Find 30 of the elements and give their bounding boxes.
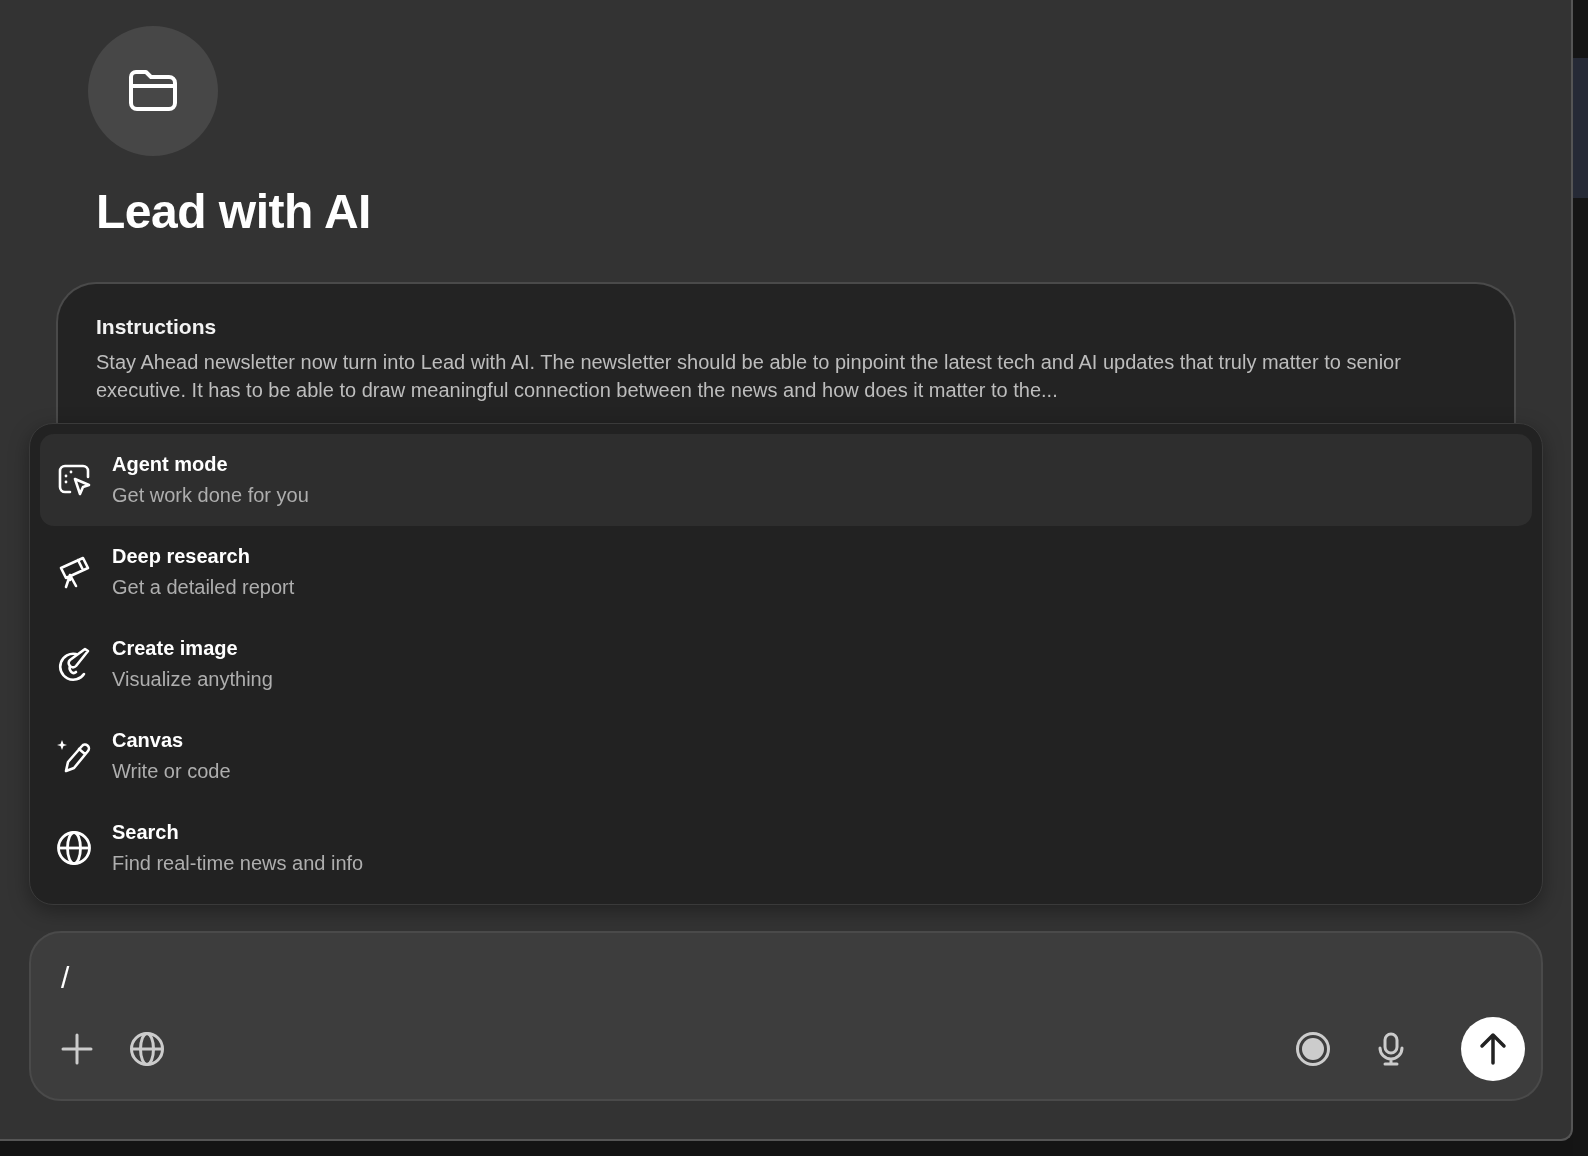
- instructions-card[interactable]: [56, 282, 1516, 424]
- globe-icon[interactable]: [129, 1031, 165, 1067]
- instructions-heading: Instructions: [96, 314, 218, 340]
- menu-item-description: Visualize anything: [112, 667, 273, 692]
- instructions-text: Stay Ahead newsletter now turn into Lead with AI. The newsletter should be able to pinpoint the latest tech and AI updates that truly matter to senior executive. It has to be able to draw meaningful connection between the news and how does it matter to the...: [96, 350, 1402, 403]
- message-input[interactable]: /: [61, 961, 461, 995]
- voice-mode-icon[interactable]: [1295, 1031, 1331, 1067]
- menu-item[interactable]: Canvas Write or code: [40, 710, 1532, 802]
- pencil-sparkle-icon: [56, 738, 92, 774]
- menu-item[interactable]: Create image Visualize anything: [40, 618, 1532, 710]
- menu-item-label: Create image: [112, 636, 239, 661]
- menu-item[interactable]: Agent mode Get work done for you: [40, 434, 1532, 526]
- microphone-icon[interactable]: [1377, 1032, 1405, 1066]
- paint-brush-icon: [56, 646, 92, 682]
- plus-icon[interactable]: [61, 1033, 93, 1065]
- globe-icon: [56, 830, 92, 866]
- menu-item[interactable]: Deep research Get a detailed report: [40, 526, 1532, 618]
- project-title: Lead with AI: [96, 184, 372, 240]
- menu-item-label: Search: [112, 820, 180, 845]
- menu-item-label: Deep research: [112, 544, 251, 569]
- menu-item-label: Canvas: [112, 728, 185, 753]
- folder-icon: [127, 69, 179, 113]
- menu-item-description: Write or code: [112, 759, 231, 784]
- arrow-up-icon: [1478, 1032, 1508, 1066]
- menu-item-description: Get work done for you: [112, 483, 309, 508]
- menu-item-label: Agent mode: [112, 452, 229, 477]
- menu-item[interactable]: Search Find real-time news and info: [40, 802, 1532, 894]
- menu-item-description: Get a detailed report: [112, 575, 295, 600]
- menu-item-description: Find real-time news and info: [112, 851, 364, 876]
- agent-cursor-icon: [56, 462, 92, 498]
